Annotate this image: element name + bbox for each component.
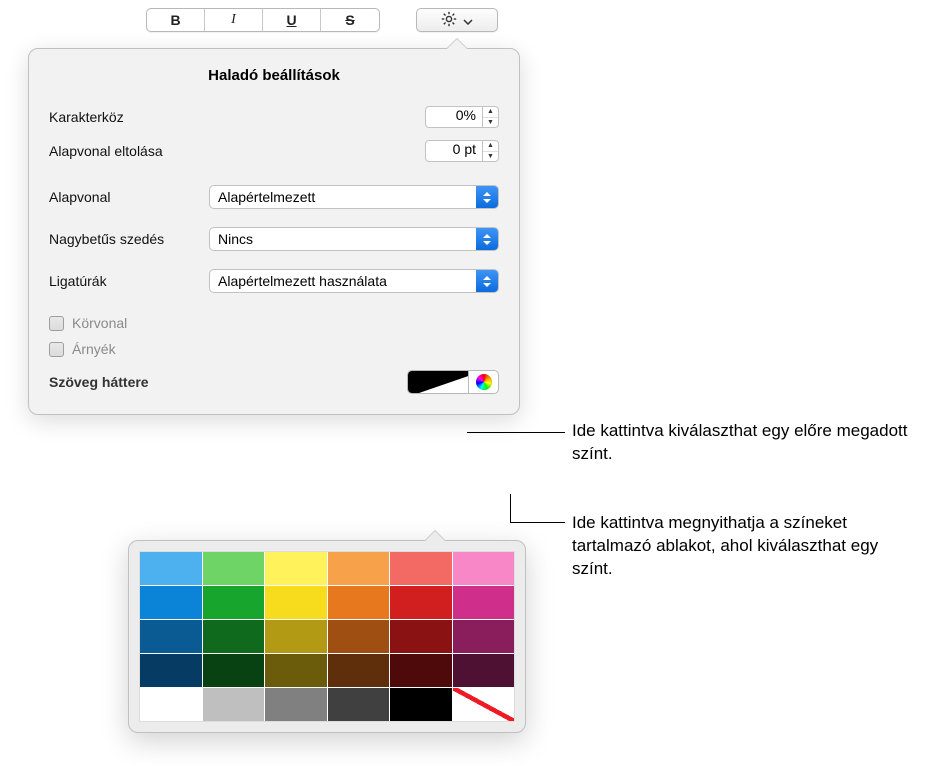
baseline-shift-stepper[interactable]: 0 pt ▲ ▼ (425, 140, 499, 162)
color-swatch[interactable] (203, 620, 265, 653)
format-toolbar: B I U S (146, 8, 498, 32)
stepper-arrows[interactable]: ▲ ▼ (483, 106, 499, 128)
stepper-arrows[interactable]: ▲ ▼ (483, 140, 499, 162)
select-arrows-icon (476, 186, 498, 208)
color-palette-grid (139, 551, 515, 722)
italic-button[interactable]: I (205, 9, 263, 31)
color-swatch[interactable] (265, 620, 327, 653)
ligatures-select[interactable]: Alapértelmezett használata (209, 269, 499, 293)
color-swatch[interactable] (328, 586, 390, 619)
color-swatch[interactable] (203, 654, 265, 687)
text-background-label: Szöveg háttere (49, 374, 407, 390)
chevron-down-icon (463, 13, 473, 28)
popover-title: Haladó beállítások (49, 67, 499, 84)
baseline-shift-label: Alapvonal eltolása (49, 143, 199, 159)
caps-label: Nagybetűs szedés (49, 231, 209, 247)
color-swatch[interactable] (390, 586, 452, 619)
color-picker-button[interactable] (469, 370, 499, 394)
strikethrough-button[interactable]: S (321, 9, 379, 31)
color-swatch[interactable] (453, 586, 515, 619)
color-swatch[interactable] (328, 552, 390, 585)
callout-color-window: Ide kattintva megnyithatja a színeket ta… (572, 512, 912, 581)
caps-select-value: Nincs (218, 231, 253, 247)
ligatures-label: Ligatúrák (49, 273, 209, 289)
baseline-shift-value[interactable]: 0 pt (425, 140, 483, 162)
ligatures-select-value: Alapértelmezett használata (218, 273, 387, 289)
callout-line (467, 432, 565, 433)
color-swatch[interactable] (140, 620, 202, 653)
advanced-options-popover: Haladó beállítások Karakterköz 0% ▲ ▼ Al… (28, 48, 520, 415)
color-swatch[interactable] (328, 620, 390, 653)
color-swatch[interactable] (390, 620, 452, 653)
color-swatch[interactable] (453, 552, 515, 585)
color-swatch[interactable] (390, 688, 452, 721)
chevron-down-icon[interactable]: ▼ (483, 152, 498, 162)
callout-line (511, 522, 565, 523)
color-swatch[interactable] (265, 586, 327, 619)
outline-checkbox-label: Körvonal (72, 315, 127, 331)
color-swatch[interactable] (140, 552, 202, 585)
no-color-swatch[interactable] (453, 688, 515, 721)
text-style-segmented: B I U S (146, 8, 380, 32)
color-swatch[interactable] (265, 552, 327, 585)
color-swatch[interactable] (140, 654, 202, 687)
color-wheel-icon (476, 374, 492, 390)
select-arrows-icon (476, 270, 498, 292)
caps-select[interactable]: Nincs (209, 227, 499, 251)
shadow-checkbox-label: Árnyék (72, 341, 116, 357)
color-swatch[interactable] (265, 688, 327, 721)
char-spacing-stepper[interactable]: 0% ▲ ▼ (425, 106, 499, 128)
shadow-checkbox[interactable] (49, 342, 64, 357)
color-swatch[interactable] (328, 688, 390, 721)
advanced-options-button[interactable] (416, 8, 498, 32)
color-swatch[interactable] (140, 688, 202, 721)
callout-preset-color: Ide kattintva kiválaszthat egy előre meg… (572, 420, 912, 466)
gear-icon (441, 11, 457, 30)
callout-line (510, 494, 511, 523)
underline-button[interactable]: U (263, 9, 321, 31)
bold-button[interactable]: B (147, 9, 205, 31)
baseline-label: Alapvonal (49, 189, 209, 205)
baseline-select-value: Alapértelmezett (218, 189, 315, 205)
color-swatch[interactable] (203, 688, 265, 721)
color-swatch[interactable] (390, 654, 452, 687)
char-spacing-value[interactable]: 0% (425, 106, 483, 128)
chevron-up-icon[interactable]: ▲ (483, 107, 498, 118)
baseline-select[interactable]: Alapértelmezett (209, 185, 499, 209)
select-arrows-icon (476, 228, 498, 250)
color-swatch[interactable] (390, 552, 452, 585)
color-swatch[interactable] (140, 586, 202, 619)
color-swatch[interactable] (453, 620, 515, 653)
color-swatch[interactable] (453, 654, 515, 687)
color-swatch[interactable] (265, 654, 327, 687)
color-swatch[interactable] (203, 586, 265, 619)
chevron-up-icon[interactable]: ▲ (483, 141, 498, 152)
char-spacing-label: Karakterköz (49, 109, 199, 125)
chevron-down-icon[interactable]: ▼ (483, 118, 498, 128)
color-swatch[interactable] (328, 654, 390, 687)
text-background-color-well[interactable] (407, 370, 469, 394)
color-palette-popover (128, 540, 526, 733)
color-swatch[interactable] (203, 552, 265, 585)
outline-checkbox[interactable] (49, 316, 64, 331)
